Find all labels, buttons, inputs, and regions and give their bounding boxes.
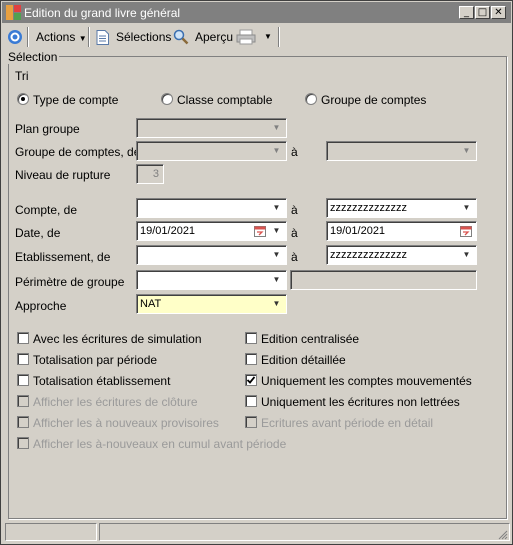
niveau-rupture-input: 3 [136,164,164,184]
etablissement-to-value: zzzzzzzzzzzzzz [330,249,407,261]
app-icon [6,5,21,20]
approche-value: NAT [140,298,162,310]
preview-label: Aperçu [195,30,234,44]
window-title: Edition du grand livre général [24,6,181,20]
document-icon [96,30,109,45]
chevron-down-icon[interactable]: ▼ [269,224,284,238]
resize-grip-icon[interactable] [496,528,508,540]
selections-label: Sélections [116,30,172,44]
checkbox-totalisation-etablissement[interactable] [17,374,29,386]
toolbar: Actions ▼ Sélections Aperçu ▼ [2,24,511,50]
compte-to-value: zzzzzzzzzzzzzz [330,202,407,214]
checkbox-comptes-mouvementes[interactable] [245,374,257,386]
checkbox-a-nouveaux-provisoires [17,416,29,428]
to-label: à [291,226,298,240]
minimize-button[interactable]: _ [459,6,474,19]
printer-dropdown-icon[interactable]: ▼ [264,32,272,41]
calendar-icon[interactable] [460,225,472,237]
checkbox-a-nouveaux-cumul [17,437,29,449]
perimetre-label: Périmètre de groupe [15,275,125,289]
calendar-icon[interactable] [254,225,266,237]
checkbox-edition-centralisee-label[interactable]: Edition centralisée [261,332,359,346]
title-bar[interactable]: Edition du grand livre général _ □ ✕ [2,2,511,23]
chevron-down-icon[interactable]: ▼ [269,201,284,215]
checkbox-edition-detaillee[interactable] [245,353,257,365]
checkbox-edition-detaillee-label[interactable]: Edition détaillée [261,353,346,367]
toolbar-separator [88,27,90,47]
checkbox-comptes-mouvementes-label[interactable]: Uniquement les comptes mouvementés [261,374,472,388]
radio-classe-comptable-label[interactable]: Classe comptable [177,93,272,107]
status-cell [99,523,510,541]
chevron-down-icon[interactable]: ▼ [459,144,474,158]
date-label: Date, de [15,226,61,240]
checkbox-totalisation-periode-label[interactable]: Totalisation par période [33,353,157,367]
niveau-rupture-label: Niveau de rupture [15,168,111,182]
maximize-button[interactable]: □ [475,6,490,19]
groupe-comptes-to-select[interactable]: ▼ [326,141,477,161]
preview-button[interactable]: Aperçu [173,28,235,46]
chevron-down-icon[interactable]: ▼ [269,248,284,262]
etablissement-to-input[interactable]: zzzzzzzzzzzzzz ▼ [326,245,477,265]
approche-label: Approche [15,299,67,313]
sort-label: Tri [15,69,29,83]
compte-label: Compte, de [15,203,78,217]
checkbox-ecritures-cloture [17,395,29,407]
checkbox-ecritures-avant-periode [245,416,257,428]
magnifier-icon [173,29,189,45]
dropdown-arrow-icon: ▼ [78,34,87,43]
chevron-down-icon[interactable]: ▼ [269,273,284,287]
chevron-down-icon[interactable]: ▼ [269,297,284,311]
selection-group-label: Sélection [8,50,60,64]
to-label: à [291,250,298,264]
to-label: à [291,145,298,159]
target-icon[interactable] [7,29,23,45]
printer-icon[interactable] [236,29,256,45]
close-button[interactable]: ✕ [491,6,506,19]
chevron-down-icon[interactable]: ▼ [459,201,474,215]
etablissement-label: Etablissement, de [15,250,111,264]
toolbar-separator [278,27,280,47]
actions-label: Actions [36,30,76,44]
date-to-input[interactable]: 19/01/2021 [326,221,477,241]
checkbox-ecritures-simulation-label[interactable]: Avec les écritures de simulation [33,332,202,346]
checkbox-a-nouveaux-provisoires-label: Afficher les à nouveaux provisoires [33,416,219,430]
checkbox-ecritures-simulation[interactable] [17,332,29,344]
checkbox-ecritures-non-lettrees[interactable] [245,395,257,407]
chevron-down-icon[interactable]: ▼ [459,248,474,262]
checkbox-ecritures-cloture-label: Afficher les écritures de clôture [33,395,198,409]
actions-menu-button[interactable]: Actions ▼ [36,28,87,46]
status-cell [5,523,97,541]
radio-type-compte[interactable] [17,93,29,105]
radio-type-compte-label[interactable]: Type de compte [33,93,118,107]
date-to-value: 19/01/2021 [330,225,386,237]
checkbox-a-nouveaux-cumul-label: Afficher les à-nouveaux en cumul avant p… [33,437,287,451]
toolbar-separator [27,27,29,47]
checkbox-totalisation-periode[interactable] [17,353,29,365]
groupe-comptes-label: Groupe de comptes, de [15,145,141,159]
radio-groupe-comptes[interactable] [305,93,317,105]
radio-classe-comptable[interactable] [161,93,173,105]
checkbox-edition-centralisee[interactable] [245,332,257,344]
chevron-down-icon[interactable]: ▼ [269,144,284,158]
groupe-comptes-from-select[interactable]: ▼ [136,141,287,161]
approche-select[interactable]: NAT ▼ [136,294,287,314]
window: Edition du grand livre général _ □ ✕ Act… [0,0,513,545]
status-bar [5,523,510,542]
radio-groupe-comptes-label[interactable]: Groupe de comptes [321,93,426,107]
etablissement-from-input[interactable]: ▼ [136,245,287,265]
chevron-down-icon[interactable]: ▼ [269,121,284,135]
plan-groupe-label: Plan groupe [15,122,80,136]
checkmark-icon [246,376,256,384]
checkbox-ecritures-avant-periode-label: Ecritures avant période en détail [261,416,434,430]
compte-to-input[interactable]: zzzzzzzzzzzzzz ▼ [326,198,477,218]
compte-from-input[interactable]: ▼ [136,198,287,218]
perimetre-description [290,270,477,290]
date-from-input[interactable]: 19/01/2021 ▼ [136,221,287,241]
plan-groupe-select[interactable]: ▼ [136,118,287,138]
perimetre-select[interactable]: ▼ [136,270,287,290]
to-label: à [291,203,298,217]
checkbox-ecritures-non-lettrees-label[interactable]: Uniquement les écritures non lettrées [261,395,460,409]
checkbox-totalisation-etablissement-label[interactable]: Totalisation établissement [33,374,170,388]
date-from-value: 19/01/2021 [140,225,196,237]
